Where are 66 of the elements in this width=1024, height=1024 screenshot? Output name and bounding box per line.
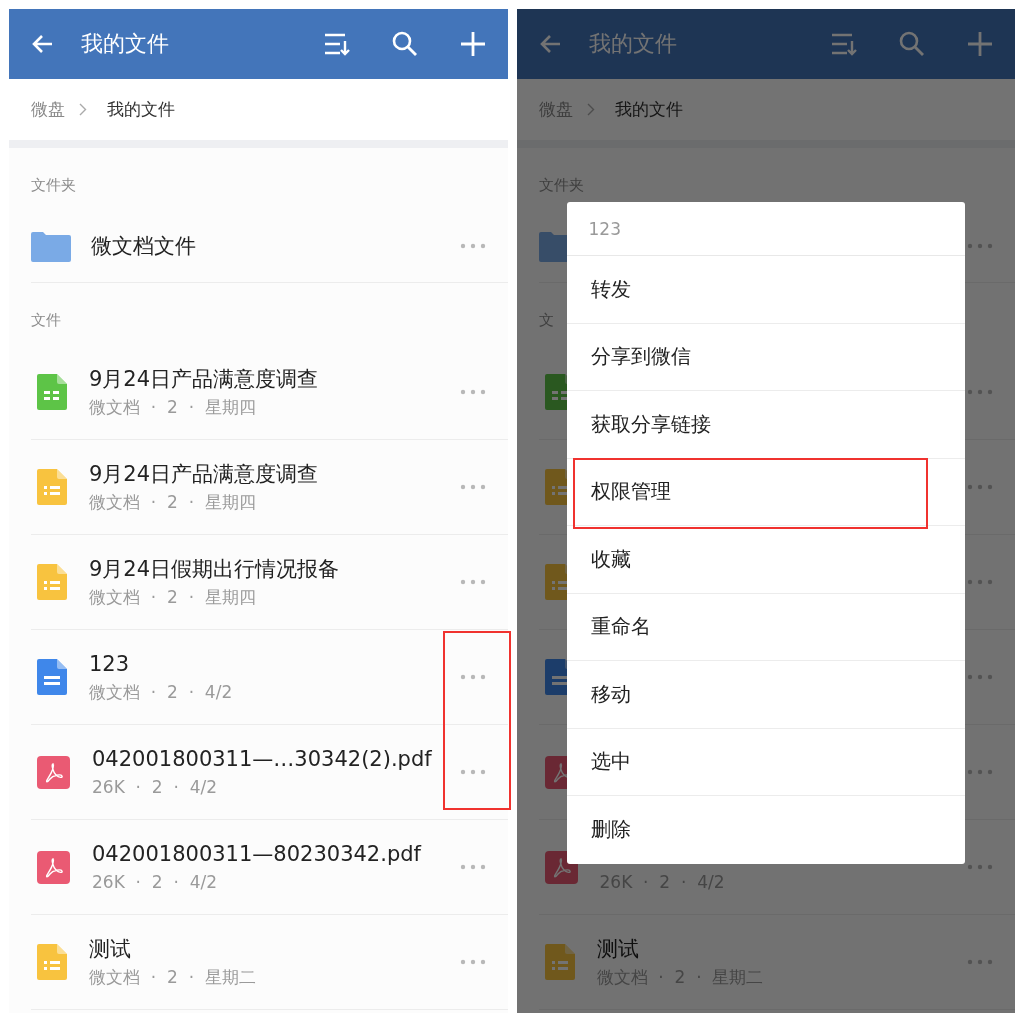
more-icon[interactable] — [459, 389, 486, 395]
more-icon[interactable] — [967, 484, 993, 490]
pdf-file-icon — [37, 755, 70, 789]
more-icon[interactable] — [459, 769, 486, 775]
search-icon[interactable] — [391, 31, 418, 57]
more-icon[interactable] — [967, 579, 993, 585]
file-meta: 微文档 · 2 · 星期四 — [89, 491, 257, 514]
section-label: 文件夹 — [31, 176, 76, 194]
more-icon[interactable] — [459, 579, 486, 585]
form-icon — [544, 944, 575, 980]
menu-item[interactable]: 重命名 — [590, 613, 651, 641]
more-icon[interactable] — [459, 959, 486, 965]
menu-item[interactable]: 获取分享链接 — [590, 410, 711, 438]
more-icon[interactable] — [459, 674, 486, 680]
file-meta: 26K · 2 · 4/2 — [92, 776, 218, 799]
file-meta: 微文档 · 2 · 星期四 — [89, 396, 257, 419]
file-meta: 26K · 2 · 4/2 — [92, 871, 218, 894]
sort-icon[interactable] — [831, 32, 857, 56]
menu-item[interactable]: 移动 — [590, 680, 631, 708]
breadcrumb-link[interactable]: 我的文件 — [614, 98, 683, 121]
menu-title: 123 — [588, 218, 621, 239]
page-title: 我的文件 — [81, 30, 169, 58]
more-icon[interactable] — [967, 769, 993, 775]
more-icon[interactable] — [459, 484, 486, 490]
file-name: 9月24日假期出行情况报备 — [89, 556, 341, 583]
file-name: 042001800311—80230342.pdf — [92, 841, 423, 868]
file-meta: 微文档 · 2 · 星期二 — [89, 966, 257, 989]
chevron-icon — [79, 103, 87, 116]
file-meta: 微文档 · 2 · 星期四 — [89, 586, 257, 609]
spreadsheet-icon — [37, 374, 67, 410]
more-icon[interactable] — [967, 959, 993, 965]
file-name: 9月24日产品满意度调查 — [89, 366, 320, 393]
file-meta: 微文档 · 2 · 4/2 — [89, 681, 234, 704]
menu-item[interactable]: 删除 — [590, 816, 631, 844]
form-icon — [37, 564, 67, 600]
more-icon[interactable] — [967, 674, 993, 680]
more-icon[interactable] — [967, 389, 993, 395]
file-name: 9月24日产品满意度调查 — [89, 461, 320, 488]
file-name: 微文档文件 — [91, 233, 197, 260]
menu-item[interactable]: 权限管理 — [590, 478, 671, 506]
section-label: 文件 — [31, 311, 61, 329]
page-title: 我的文件 — [588, 30, 677, 58]
pdf-file-icon — [37, 850, 70, 884]
form-icon — [37, 469, 67, 505]
breadcrumb-link[interactable]: 微盘 — [31, 98, 65, 121]
add-icon[interactable] — [967, 31, 993, 57]
document-icon — [37, 659, 67, 695]
file-name: 测试 — [596, 936, 640, 963]
add-icon[interactable] — [459, 31, 486, 57]
search-icon[interactable] — [899, 31, 925, 57]
file-name: 042001800311—…30342(2).pdf — [92, 746, 433, 773]
form-icon — [37, 944, 67, 980]
file-name: 123 — [89, 651, 131, 678]
menu-item[interactable]: 转发 — [590, 275, 631, 303]
sort-icon[interactable] — [323, 32, 350, 56]
breadcrumb-link[interactable]: 我的文件 — [107, 98, 175, 121]
more-icon[interactable] — [459, 864, 486, 870]
chevron-icon — [586, 103, 595, 116]
menu-item[interactable]: 收藏 — [590, 545, 631, 573]
more-icon[interactable] — [967, 243, 993, 249]
menu-item[interactable]: 分享到微信 — [590, 343, 691, 371]
file-name: 测试 — [89, 936, 132, 963]
more-icon[interactable] — [459, 243, 486, 249]
menu-item[interactable]: 选中 — [590, 748, 631, 776]
folder-icon — [31, 230, 71, 262]
more-icon[interactable] — [967, 864, 993, 870]
